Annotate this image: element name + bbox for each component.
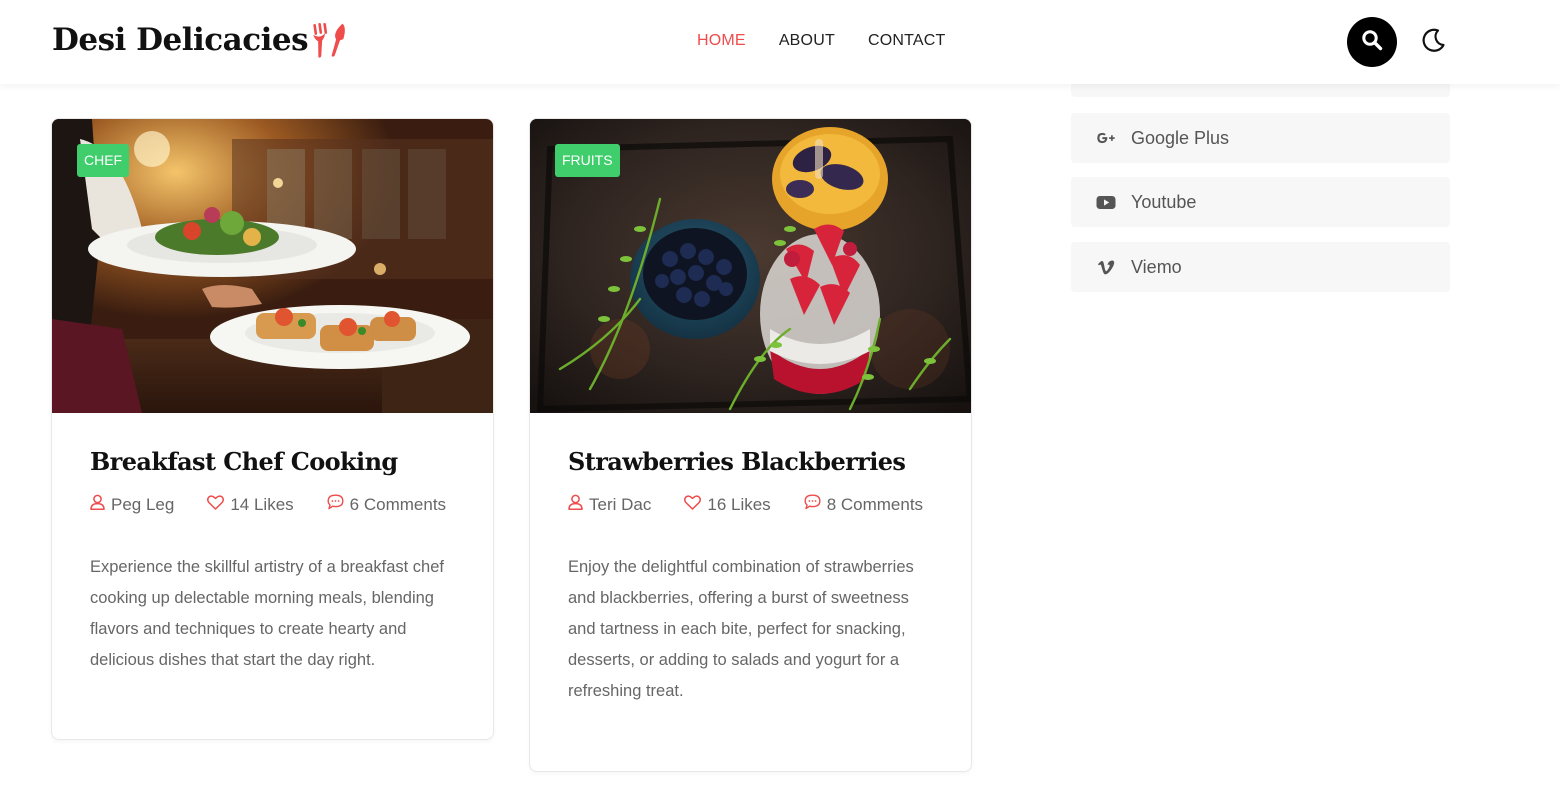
social-link-google-plus[interactable]: Google Plus xyxy=(1071,113,1450,163)
search-button[interactable] xyxy=(1347,17,1397,67)
author-name: Peg Leg xyxy=(111,494,175,514)
author-name: Teri Dac xyxy=(589,494,652,514)
theme-toggle-button[interactable] xyxy=(1418,27,1448,57)
post-title[interactable]: Breakfast Chef Cooking xyxy=(90,447,455,476)
category-badge[interactable]: CHEF xyxy=(77,144,130,177)
post-likes[interactable]: 14 Likes xyxy=(207,494,294,515)
social-label: Youtube xyxy=(1131,191,1197,212)
site-header: Desi Delicacies HOME ABOUT CONTACT xyxy=(0,0,1560,84)
nav-home-link[interactable]: HOME xyxy=(697,32,746,50)
user-icon xyxy=(568,494,589,515)
user-icon xyxy=(90,494,111,515)
social-label: Google Plus xyxy=(1131,127,1230,148)
likes-count: 14 Likes xyxy=(230,494,294,514)
youtube-icon xyxy=(1096,195,1116,210)
post-comments[interactable]: 8 Comments xyxy=(804,494,923,515)
post-image-fruits[interactable]: FRUITS xyxy=(530,119,971,413)
post-likes[interactable]: 16 Likes xyxy=(684,494,771,515)
main-nav: HOME ABOUT CONTACT xyxy=(697,32,978,50)
post-card-fruits: FRUITS Strawberries Blackberries Teri Da… xyxy=(529,118,972,772)
post-author[interactable]: Peg Leg xyxy=(90,494,174,515)
category-badge[interactable]: FRUITS xyxy=(555,144,620,177)
likes-count: 16 Likes xyxy=(707,494,771,514)
social-label: Viemo xyxy=(1131,256,1182,277)
social-item-partial xyxy=(1071,84,1450,97)
search-icon xyxy=(1361,29,1383,56)
nav-contact-link[interactable]: CONTACT xyxy=(868,32,946,50)
social-link-vimeo[interactable]: Viemo xyxy=(1071,242,1450,292)
comments-count: 6 Comments xyxy=(349,494,447,514)
comment-icon xyxy=(327,494,350,515)
fork-knife-icon xyxy=(311,22,345,58)
post-meta: Teri Dac 16 Likes 8 Comments xyxy=(568,494,933,515)
post-meta: Peg Leg 14 Likes 6 Comments xyxy=(90,494,455,515)
post-card-chef: CHEF Breakfast Chef Cooking Peg Leg 14 L… xyxy=(51,118,494,740)
post-author[interactable]: Teri Dac xyxy=(568,494,651,515)
logo-text: Desi Delicacies xyxy=(52,22,309,58)
comment-icon xyxy=(804,494,827,515)
post-image-chef[interactable]: CHEF xyxy=(52,119,493,413)
vimeo-icon xyxy=(1096,260,1116,275)
nav-about-link[interactable]: ABOUT xyxy=(779,32,835,50)
post-excerpt: Enjoy the delightful combination of stra… xyxy=(568,558,914,700)
moon-icon xyxy=(1419,26,1447,59)
comments-count: 8 Comments xyxy=(826,494,924,514)
post-title[interactable]: Strawberries Blackberries xyxy=(568,447,933,476)
heart-icon xyxy=(207,494,230,515)
post-comments[interactable]: 6 Comments xyxy=(327,494,446,515)
site-logo[interactable]: Desi Delicacies xyxy=(52,22,345,58)
social-link-youtube[interactable]: Youtube xyxy=(1071,177,1450,227)
post-excerpt: Experience the skillful artistry of a br… xyxy=(90,558,444,669)
heart-icon xyxy=(684,494,707,515)
google-plus-icon xyxy=(1096,131,1116,145)
